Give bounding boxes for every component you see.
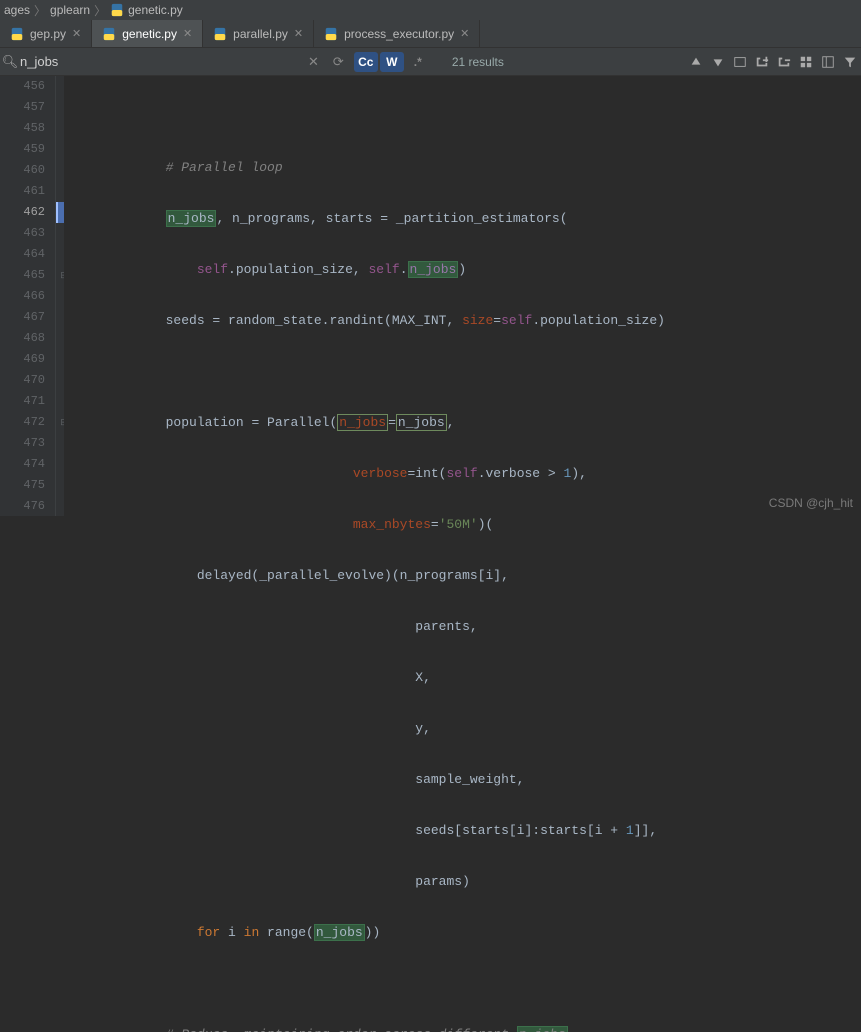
code-area[interactable]: # Parallel loop n_jobs, n_programs, star… xyxy=(64,76,861,516)
gutter-stripe xyxy=(56,76,64,516)
watermark: CSDN @cjh_hit xyxy=(769,496,853,510)
tab-label: process_executor.py xyxy=(344,27,454,41)
search-input[interactable] xyxy=(20,54,300,69)
line-number: 460 xyxy=(0,160,45,181)
clear-search-icon[interactable]: ✕ xyxy=(300,54,327,70)
crumb-sep: 〉 xyxy=(94,2,106,19)
remove-selection-icon[interactable] xyxy=(773,51,795,73)
select-all-icon[interactable] xyxy=(795,51,817,73)
close-icon[interactable]: ✕ xyxy=(460,27,469,40)
tab-genetic[interactable]: genetic.py ✕ xyxy=(92,20,203,47)
search-match: n_jobs xyxy=(337,414,388,431)
line-number: 470 xyxy=(0,370,45,391)
line-number: 466 xyxy=(0,286,45,307)
python-file-icon xyxy=(110,3,124,17)
open-in-tool-window-icon[interactable] xyxy=(817,51,839,73)
search-icon: 🔍︎ xyxy=(0,54,20,70)
crumb-item[interactable]: ages xyxy=(4,3,30,17)
code-editor[interactable]: 456 457 458 459 460 461 462 463 464 465 … xyxy=(0,76,861,516)
crumb-item[interactable]: genetic.py xyxy=(128,3,183,17)
filter-icon[interactable] xyxy=(839,51,861,73)
crumb-sep: 〉 xyxy=(34,2,46,19)
next-match-icon[interactable] xyxy=(707,51,729,73)
tab-process-executor[interactable]: process_executor.py ✕ xyxy=(314,20,480,47)
tab-gep[interactable]: gep.py ✕ xyxy=(0,20,92,47)
search-history-icon[interactable]: ⟳ xyxy=(327,54,350,70)
find-bar: 🔍︎ ✕ ⟳ Cc W .* 21 results xyxy=(0,48,861,76)
line-number: 469 xyxy=(0,349,45,370)
close-icon[interactable]: ✕ xyxy=(183,27,192,40)
line-number: 461 xyxy=(0,181,45,202)
python-file-icon xyxy=(324,27,338,41)
line-number: 476 xyxy=(0,496,45,517)
gutter: 456 457 458 459 460 461 462 463 464 465 … xyxy=(0,76,56,516)
python-file-icon xyxy=(213,27,227,41)
line-number: 467 xyxy=(0,307,45,328)
line-number: 458 xyxy=(0,118,45,139)
tab-label: gep.py xyxy=(30,27,66,41)
line-number: 472 xyxy=(0,412,45,433)
python-file-icon xyxy=(102,27,116,41)
line-number: 462 xyxy=(0,202,45,223)
line-number: 457 xyxy=(0,97,45,118)
close-icon[interactable]: ✕ xyxy=(294,27,303,40)
line-number: 456 xyxy=(0,76,45,97)
search-match: n_jobs xyxy=(314,924,365,941)
line-number: 468 xyxy=(0,328,45,349)
editor-tabs: gep.py ✕ genetic.py ✕ parallel.py ✕ proc… xyxy=(0,20,861,48)
search-toggles: Cc W .* xyxy=(354,52,432,72)
match-case-toggle[interactable]: Cc xyxy=(354,52,378,72)
search-match: n_jobs xyxy=(166,210,217,227)
tab-label: parallel.py xyxy=(233,27,288,41)
crumb-item[interactable]: gplearn xyxy=(50,3,90,17)
whole-word-toggle[interactable]: W xyxy=(380,52,404,72)
search-match: n_jobs xyxy=(408,261,459,278)
select-all-occurrences-icon[interactable] xyxy=(729,51,751,73)
result-count: 21 results xyxy=(452,55,504,69)
line-number: 474 xyxy=(0,454,45,475)
search-match: n_jobs xyxy=(396,414,447,431)
line-number: 475 xyxy=(0,475,45,496)
prev-match-icon[interactable] xyxy=(685,51,707,73)
line-number: 471 xyxy=(0,391,45,412)
search-match: n_jobs xyxy=(517,1026,568,1032)
regex-toggle[interactable]: .* xyxy=(406,52,430,72)
line-number: 465 xyxy=(0,265,45,286)
line-number: 463 xyxy=(0,223,45,244)
tab-label: genetic.py xyxy=(122,27,177,41)
line-number: 473 xyxy=(0,433,45,454)
line-number: 459 xyxy=(0,139,45,160)
close-icon[interactable]: ✕ xyxy=(72,27,81,40)
add-selection-icon[interactable] xyxy=(751,51,773,73)
tab-parallel[interactable]: parallel.py ✕ xyxy=(203,20,314,47)
breadcrumb: ages 〉 gplearn 〉 genetic.py xyxy=(0,0,861,20)
comment: # Parallel loop xyxy=(166,160,283,175)
python-file-icon xyxy=(10,27,24,41)
line-number: 464 xyxy=(0,244,45,265)
